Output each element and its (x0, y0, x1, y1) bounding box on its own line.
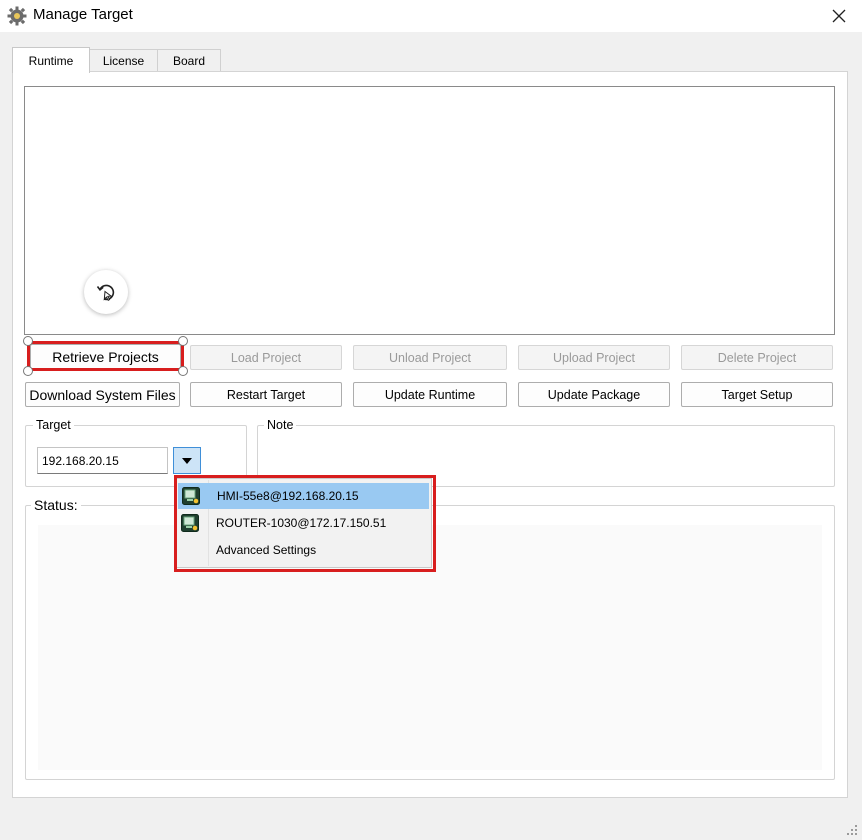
title-bar: Manage Target (0, 0, 862, 32)
status-group-label: Status: (31, 497, 81, 513)
update-package-label: Update Package (547, 387, 641, 402)
unload-project-button[interactable]: Unload Project (353, 345, 507, 370)
menu-item-router-label: ROUTER-1030@172.17.150.51 (216, 516, 387, 530)
update-runtime-button[interactable]: Update Runtime (353, 382, 507, 407)
restart-target-label: Restart Target (226, 387, 306, 402)
resize-handle (23, 366, 33, 376)
restart-target-button[interactable]: Restart Target (190, 382, 342, 407)
load-project-button[interactable]: Load Project (190, 345, 342, 370)
target-address-field[interactable]: 192.168.20.15 (37, 447, 168, 474)
router-device-icon (181, 514, 199, 532)
hmi-device-icon (182, 487, 200, 505)
project-list[interactable] (24, 86, 835, 335)
target-address-value: 192.168.20.15 (42, 453, 119, 468)
delete-project-label: Delete Project (717, 350, 797, 365)
resize-grip-icon[interactable] (846, 824, 858, 836)
resize-handle (178, 366, 188, 376)
tab-board[interactable]: Board (157, 49, 221, 72)
refresh-indicator (84, 270, 128, 314)
window-footer (0, 812, 862, 840)
chevron-down-icon (182, 457, 192, 464)
tab-runtime-label: Runtime (28, 53, 74, 68)
update-package-button[interactable]: Update Package (518, 382, 670, 407)
update-runtime-label: Update Runtime (384, 387, 476, 402)
delete-project-button[interactable]: Delete Project (681, 345, 833, 370)
load-project-label: Load Project (230, 350, 302, 365)
tab-board-label: Board (172, 54, 206, 68)
target-group-label: Target (33, 418, 74, 432)
tab-runtime[interactable]: Runtime (12, 47, 90, 73)
download-system-files-button[interactable]: Download System Files (25, 382, 180, 407)
note-group-label: Note (264, 418, 297, 432)
close-window-button[interactable] (816, 0, 862, 32)
menu-item-hmi[interactable]: HMI-55e8@192.168.20.15 (178, 483, 429, 509)
upload-project-label: Upload Project (553, 350, 635, 365)
tab-license[interactable]: License (88, 49, 159, 72)
download-system-files-label: Download System Files (29, 386, 176, 403)
refresh-icon (96, 284, 115, 301)
menu-item-advanced-settings[interactable]: Advanced Settings (177, 537, 431, 563)
menu-item-router[interactable]: ROUTER-1030@172.17.150.51 (177, 510, 431, 536)
target-dropdown-button[interactable] (173, 447, 201, 474)
tab-license-label: License (102, 54, 145, 68)
unload-project-label: Unload Project (389, 350, 471, 365)
gear-app-icon (7, 6, 27, 26)
resize-handle (178, 336, 188, 346)
menu-item-advanced-settings-label: Advanced Settings (216, 543, 317, 557)
menu-item-hmi-label: HMI-55e8@192.168.20.15 (217, 489, 359, 503)
retrieve-projects-button[interactable]: Retrieve Projects (30, 344, 181, 369)
upload-project-button[interactable]: Upload Project (518, 345, 670, 370)
resize-handle (23, 336, 33, 346)
target-setup-button[interactable]: Target Setup (681, 382, 833, 407)
target-setup-label: Target Setup (721, 387, 793, 402)
retrieve-projects-label: Retrieve Projects (52, 348, 159, 365)
window-title: Manage Target (33, 6, 133, 23)
close-icon (832, 9, 846, 23)
target-dropdown-menu: HMI-55e8@192.168.20.15 ROUTER-1030@172.1… (176, 478, 432, 568)
